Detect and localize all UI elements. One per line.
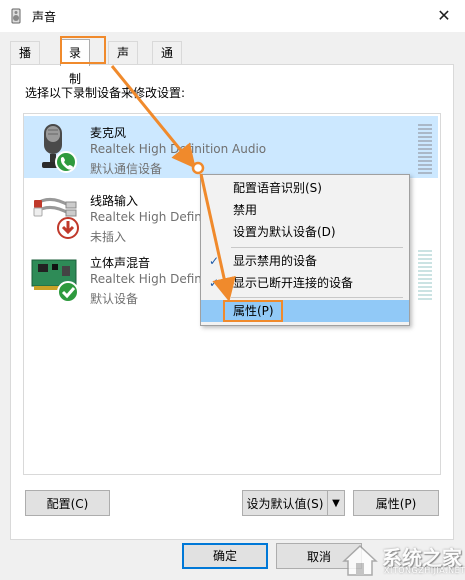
menu-item-set-default[interactable]: 设置为默认设备(D) [201,221,409,243]
menu-separator [231,297,403,298]
device-name: 线路输入 [90,194,139,208]
watermark-url: XITONGZHIJIA.NET [384,566,465,575]
configure-button[interactable]: 配置(C) [25,490,110,516]
device-status: 默认设备 [90,292,139,306]
check-icon: ✓ [209,276,220,290]
menu-item-show-disconnected[interactable]: ✓ 显示已断开连接的设备 [201,272,409,294]
menu-item-show-disabled[interactable]: ✓ 显示禁用的设备 [201,250,409,272]
check-icon: ✓ [209,254,220,268]
watermark-logo: 系统之家 XITONGZHIJIA.NET [338,540,465,580]
ok-button[interactable]: 确定 [182,543,268,569]
level-meter [418,250,432,300]
device-status: 未插入 [90,230,127,244]
microphone-icon [42,124,77,173]
title-bar: 声音 ✕ [0,0,465,32]
phone-badge [55,151,77,173]
device-description: Realtek High Defin [90,272,202,286]
device-name: 麦克风 [90,126,127,140]
properties-highlight-box [223,300,283,322]
close-icon[interactable]: ✕ [430,4,458,28]
menu-item-configure-speech[interactable]: 配置语音识别(S) [201,177,409,199]
tab-playback[interactable]: 播放 [10,41,41,82]
house-logo-icon [342,544,378,576]
window-title: 声音 [32,10,57,24]
device-description: Realtek High Defin [90,210,202,224]
set-default-button[interactable]: 设为默认值(S) [242,490,328,516]
line-in-icon [33,198,79,239]
speaker-icon [11,8,21,24]
check-badge [57,281,79,303]
tab-communications[interactable]: 通信 [152,41,183,82]
set-default-dropdown-icon[interactable]: ▼ [327,490,345,516]
menu-separator [231,247,403,248]
tab-sounds[interactable]: 声音 [108,41,139,82]
level-meter [418,124,432,174]
device-status: 默认通信设备 [90,162,163,176]
sound-card-icon [31,259,79,303]
device-name: 立体声混音 [90,256,151,270]
properties-button[interactable]: 属性(P) [353,490,439,516]
tab-recording[interactable]: 录制 [60,39,91,86]
menu-item-disable[interactable]: 禁用 [201,199,409,221]
device-description: Realtek High Definition Audio [90,142,267,156]
device-row-microphone[interactable]: 麦克风 Realtek High Definition Audio 默认通信设备 [24,116,438,178]
instruction-text: 选择以下录制设备来修改设置: [25,86,186,100]
